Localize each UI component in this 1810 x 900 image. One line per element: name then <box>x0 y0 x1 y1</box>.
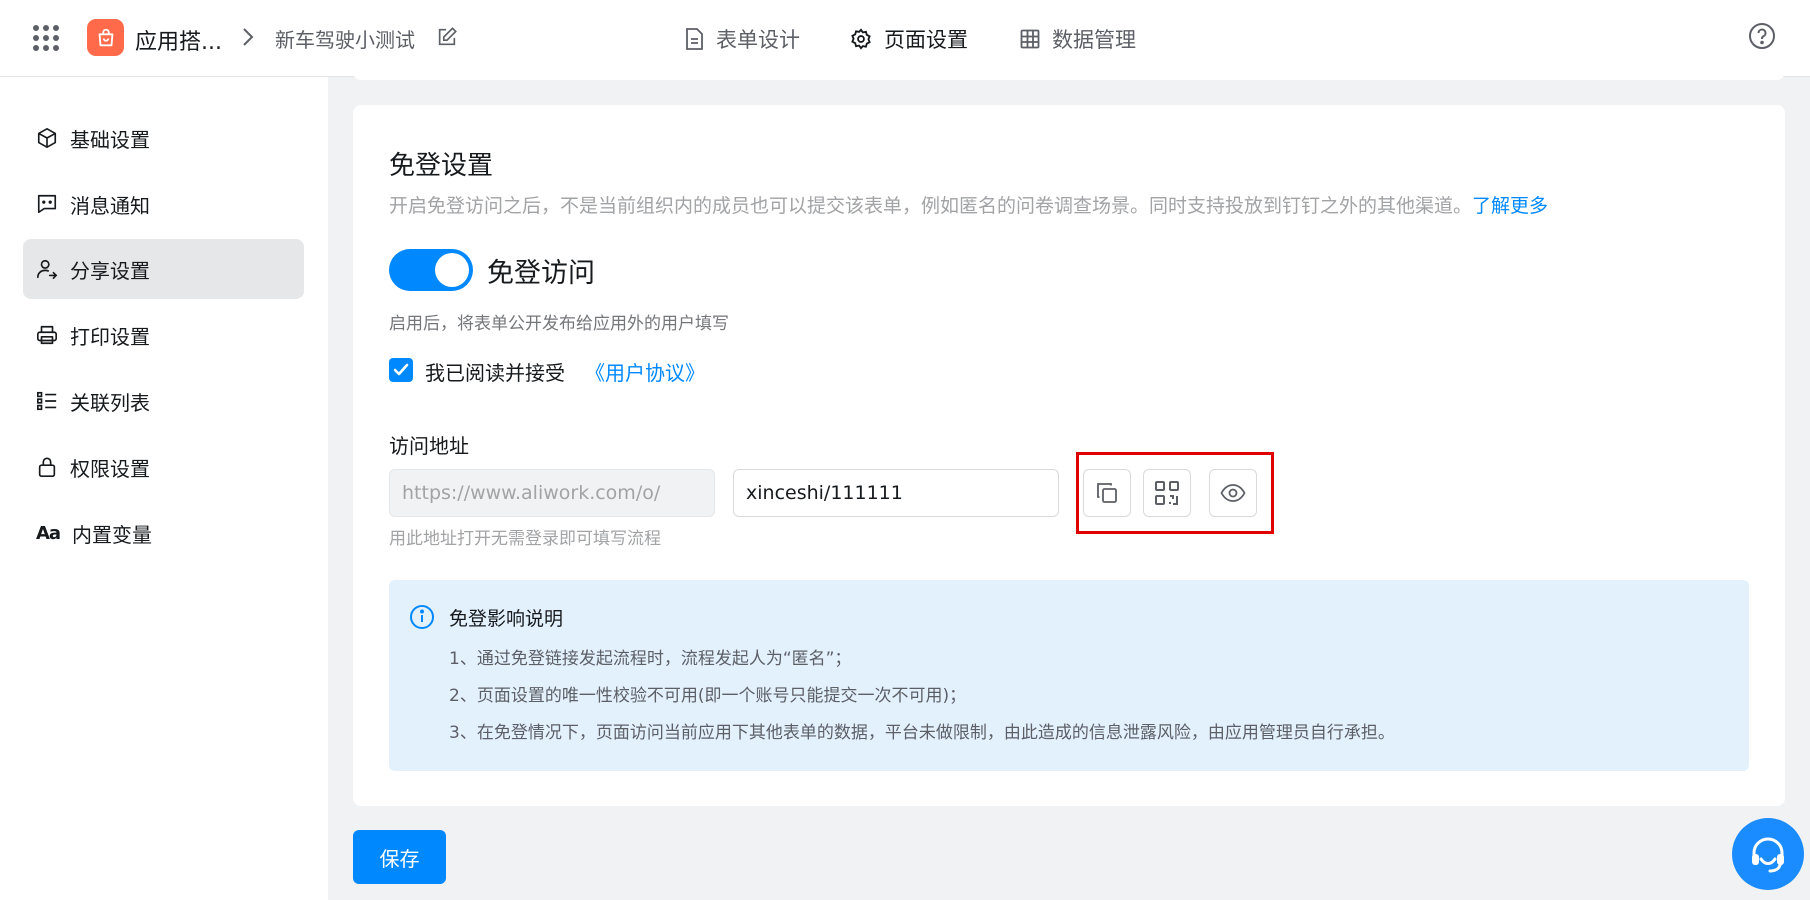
tab-form-design[interactable]: 表单设计 <box>684 26 800 52</box>
login-free-card: 免登设置 开启免登访问之后，不是当前组织内的成员也可以提交该表单，例如匿名的问卷… <box>353 105 1785 806</box>
sidebar: 基础设置 消息通知 分享设置 打印设置 关联列表 权限设置 Aa 内置变量 <box>0 77 328 900</box>
printer-icon <box>37 325 57 345</box>
sidebar-item-label: 分享设置 <box>70 258 150 283</box>
address-label: 访问地址 <box>389 434 469 458</box>
sidebar-item-permission-settings[interactable]: 权限设置 <box>23 437 304 497</box>
sidebar-item-share-settings[interactable]: 分享设置 <box>23 239 304 299</box>
impact-info-box: 免登影响说明 1、通过免登链接发起流程时，流程发起人为“匿名”； 2、页面设置的… <box>389 580 1749 771</box>
sidebar-item-label: 关联列表 <box>70 390 150 415</box>
share-user-icon <box>37 259 58 279</box>
document-icon <box>686 28 703 50</box>
app-logo-icon[interactable] <box>87 19 124 56</box>
help-icon[interactable] <box>1748 22 1776 54</box>
sidebar-item-label: 内置变量 <box>72 522 152 547</box>
user-agreement-link[interactable]: 《用户协议》 <box>585 357 705 386</box>
previous-card-edge <box>353 60 1785 80</box>
tab-label: 数据管理 <box>1052 28 1136 52</box>
check-icon <box>393 363 409 376</box>
form-name: 新车驾驶小测试 <box>275 28 415 52</box>
highlight-annotation-box <box>1076 452 1274 534</box>
sidebar-item-label: 打印设置 <box>70 324 150 349</box>
toggle-knob <box>435 253 469 287</box>
learn-more-link[interactable]: 了解更多 <box>1472 195 1548 217</box>
toggle-label: 免登访问 <box>487 258 595 289</box>
app-name[interactable]: 应用搭... <box>135 24 222 56</box>
info-line: 1、通过免登链接发起流程时，流程发起人为“匿名”； <box>449 649 852 669</box>
tab-label: 表单设计 <box>716 28 800 52</box>
table-grid-icon <box>1020 29 1040 49</box>
info-line: 3、在免登情况下，页面访问当前应用下其他表单的数据，平台未做限制，由此造成的信息… <box>449 723 1395 743</box>
tab-label: 页面设置 <box>884 28 968 52</box>
info-line: 2、页面设置的唯一性校验不可用(即一个账号只能提交一次不可用)； <box>449 686 967 706</box>
agreement-text: 我已阅读并接受 <box>425 361 565 385</box>
headset-icon <box>1752 837 1784 873</box>
text-aa-icon: Aa <box>36 522 61 544</box>
app-grid-icon[interactable] <box>33 25 59 51</box>
agreement-checkbox[interactable] <box>389 358 413 382</box>
sidebar-item-builtin-variables[interactable]: Aa 内置变量 <box>23 503 304 563</box>
sidebar-item-label: 消息通知 <box>70 193 150 218</box>
address-prefix-field <box>389 469 715 517</box>
sidebar-item-label: 基础设置 <box>70 127 150 152</box>
customer-support-button[interactable] <box>1732 818 1804 890</box>
section-title: 免登设置 <box>389 151 494 181</box>
message-icon <box>37 194 57 214</box>
address-hint: 用此地址打开无需登录即可填写流程 <box>389 529 661 549</box>
gear-icon <box>851 28 871 50</box>
section-description: 开启免登访问之后，不是当前组织内的成员也可以提交该表单，例如匿名的问卷调查场景。… <box>389 195 1549 217</box>
sidebar-item-related-list[interactable]: 关联列表 <box>23 371 304 431</box>
sidebar-item-basic-settings[interactable]: 基础设置 <box>23 108 304 168</box>
sidebar-item-notifications[interactable]: 消息通知 <box>23 174 304 234</box>
toggle-hint: 启用后，将表单公开发布给应用外的用户填写 <box>389 314 729 334</box>
sidebar-item-print-settings[interactable]: 打印设置 <box>23 305 304 365</box>
sidebar-item-label: 权限设置 <box>70 456 150 481</box>
info-icon <box>409 604 435 634</box>
save-button[interactable]: 保存 <box>353 830 446 884</box>
address-suffix-input[interactable] <box>733 469 1059 517</box>
tab-page-settings[interactable]: 页面设置 <box>850 26 968 52</box>
tab-data-management[interactable]: 数据管理 <box>1020 26 1136 52</box>
list-icon <box>37 391 57 411</box>
login-free-toggle[interactable] <box>389 249 473 291</box>
lock-icon <box>38 457 56 477</box>
cube-icon <box>37 128 57 148</box>
info-title: 免登影响说明 <box>449 608 564 630</box>
chevron-right-icon <box>240 26 256 52</box>
edit-icon[interactable] <box>436 26 458 52</box>
